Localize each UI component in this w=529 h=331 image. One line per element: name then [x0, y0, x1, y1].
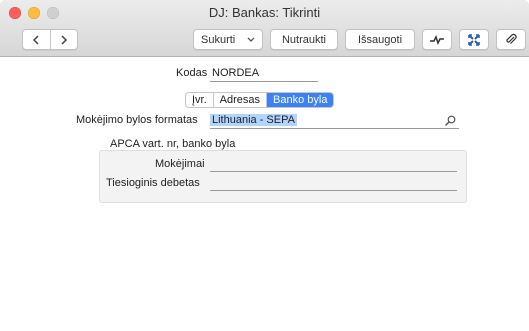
pulse-button[interactable]: [422, 29, 452, 50]
expand-icon: [468, 33, 480, 46]
forward-button[interactable]: [50, 30, 77, 49]
app-window: DJ: Bankas: Tikrinti Sukurti Nutraukti I…: [0, 0, 529, 331]
apca-group-box: Mokėjimai Tiesioginis debetas: [99, 150, 467, 203]
format-field[interactable]: Lithuania - SEPA: [210, 114, 297, 126]
code-field-underline: [210, 81, 318, 82]
direct-debit-field-underline: [210, 190, 457, 191]
form-area: Kodas NORDEA Įvr. Adresas Banko byla Mok…: [0, 57, 529, 331]
back-button[interactable]: [23, 30, 50, 49]
format-field-underline: [210, 128, 459, 129]
payments-label: Mokėjimai: [155, 158, 205, 170]
create-button-label: Sukurti: [201, 33, 236, 46]
search-icon[interactable]: [444, 115, 456, 127]
chevron-right-icon: [61, 34, 67, 45]
nav-button-group: [22, 29, 78, 50]
tab-address[interactable]: Adresas: [214, 93, 268, 107]
apca-section-label: APCA vart. nr, banko byla: [110, 138, 236, 150]
tab-ivr[interactable]: Įvr.: [186, 93, 214, 107]
payments-field-underline: [210, 171, 457, 172]
paperclip-icon: [506, 33, 517, 44]
attachment-button[interactable]: [496, 29, 526, 50]
activity-icon: [430, 34, 444, 45]
tab-bar: Įvr. Adresas Banko byla: [185, 92, 335, 108]
chevron-left-icon: [33, 34, 39, 45]
direct-debit-label: Tiesioginis debetas: [106, 177, 200, 189]
code-label: Kodas: [176, 67, 208, 79]
code-field[interactable]: NORDEA: [212, 67, 259, 79]
tab-bank-file[interactable]: Banko byla: [267, 93, 334, 107]
cancel-button-label: Nutraukti: [281, 33, 327, 46]
create-button[interactable]: Sukurti: [193, 29, 263, 50]
window-title: DJ: Bankas: Tikrinti: [208, 5, 321, 20]
fullscreen-button[interactable]: [459, 29, 489, 50]
format-label: Mokėjimo bylos formatas: [76, 114, 198, 126]
chevron-down-icon: [247, 37, 255, 42]
titlebar: DJ: Bankas: Tikrinti Sukurti Nutraukti I…: [0, 0, 529, 57]
save-button[interactable]: Išsaugoti: [345, 29, 415, 50]
save-button-label: Išsaugoti: [357, 33, 403, 46]
cancel-button[interactable]: Nutraukti: [270, 29, 338, 50]
